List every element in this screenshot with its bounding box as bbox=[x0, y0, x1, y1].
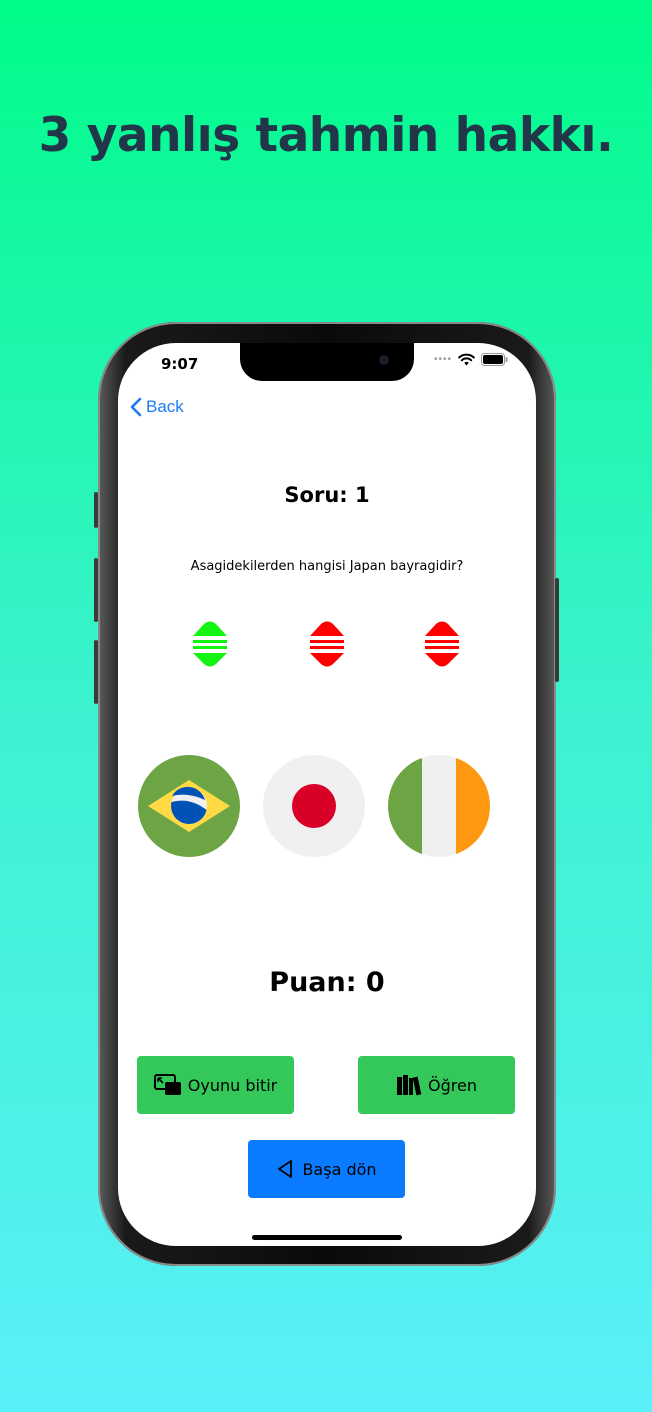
promo-headline: 3 yanlış tahmin hakkı. bbox=[38, 108, 614, 163]
back-button[interactable]: Back bbox=[130, 397, 184, 417]
learn-label: Öğren bbox=[428, 1075, 477, 1095]
end-game-button[interactable]: Oyunu bitir bbox=[137, 1056, 294, 1114]
mute-switch bbox=[94, 492, 98, 528]
ireland-flag-option[interactable] bbox=[388, 755, 490, 857]
signal-dots-icon: •••• bbox=[433, 354, 452, 365]
volume-up-button bbox=[94, 558, 98, 622]
ireland-flag-icon bbox=[388, 755, 490, 857]
volume-down-button bbox=[94, 640, 98, 704]
life-icon-3 bbox=[425, 621, 459, 667]
status-time: 9:07 bbox=[161, 355, 199, 373]
triangle-left-icon bbox=[278, 1160, 293, 1178]
battery-icon bbox=[481, 353, 508, 366]
brazil-flag-icon bbox=[138, 755, 240, 857]
learn-button[interactable]: Öğren bbox=[358, 1056, 515, 1114]
notch bbox=[240, 343, 414, 381]
restart-button[interactable]: Başa dön bbox=[248, 1140, 405, 1198]
wifi-icon bbox=[458, 353, 475, 366]
exit-fullscreen-icon bbox=[153, 1074, 181, 1095]
question-text: Asagidekilerden hangisi Japan bayragidir… bbox=[190, 559, 464, 574]
japan-flag-icon bbox=[263, 755, 365, 857]
app-screen: 9:07 •••• Back Soru: 1 Asagidekilerden h… bbox=[118, 343, 536, 1246]
restart-label: Başa dön bbox=[302, 1159, 377, 1179]
end-game-label: Oyunu bitir bbox=[187, 1075, 278, 1095]
life-icon-1 bbox=[193, 621, 227, 667]
question-number: Soru: 1 bbox=[284, 483, 370, 507]
chevron-left-icon bbox=[130, 397, 142, 417]
books-icon bbox=[397, 1075, 422, 1096]
japan-flag-option[interactable] bbox=[263, 755, 365, 857]
life-icon-2 bbox=[310, 621, 344, 667]
brazil-flag-option[interactable] bbox=[138, 755, 240, 857]
power-button bbox=[555, 578, 559, 682]
camera bbox=[379, 355, 389, 365]
status-icons: •••• bbox=[434, 353, 508, 366]
back-label: Back bbox=[146, 397, 184, 416]
score-label: Puan: 0 bbox=[269, 967, 385, 998]
home-indicator bbox=[252, 1235, 402, 1240]
